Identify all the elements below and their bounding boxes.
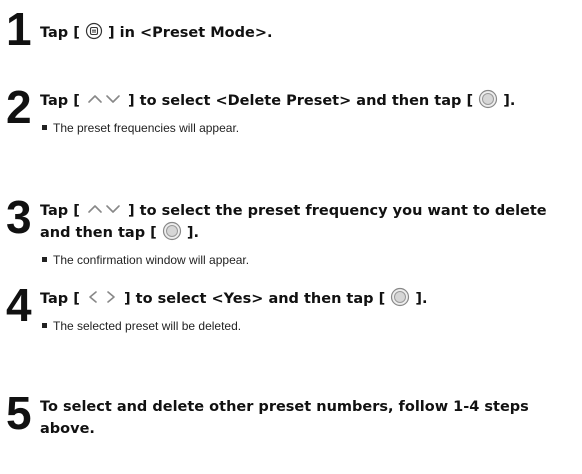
step-number: 2 xyxy=(6,81,32,133)
step-note: The preset frequencies will appear. xyxy=(42,120,239,136)
step-number: 5 xyxy=(6,387,32,439)
select-button-icon xyxy=(390,287,410,307)
step-number: 1 xyxy=(6,3,32,55)
step-instruction: Tap [ ] in <Preset Mode>. xyxy=(40,22,570,44)
left-right-arrows-icon xyxy=(85,289,119,305)
step-instruction: Tap [ ] to select <Delete Preset> and th… xyxy=(40,89,570,112)
step-number: 3 xyxy=(6,191,32,243)
bullet-square-icon xyxy=(42,257,47,263)
step-instruction: To select and delete other preset number… xyxy=(40,399,529,437)
menu-icon xyxy=(85,22,103,40)
step-note: The selected preset will be deleted. xyxy=(42,318,241,334)
select-button-icon xyxy=(478,89,498,109)
bullet-square-icon xyxy=(42,125,47,131)
step-note: The confirmation window will appear. xyxy=(42,252,249,268)
step-instruction: Tap [ ] to select the preset frequency y… xyxy=(40,201,547,241)
bullet-square-icon xyxy=(42,323,47,329)
up-down-arrows-icon xyxy=(85,201,123,217)
up-down-arrows-icon xyxy=(85,91,123,107)
step-number: 4 xyxy=(6,279,32,331)
step-instruction: Tap [ ] to select <Yes> and then tap [ ]… xyxy=(40,287,570,310)
select-button-icon xyxy=(162,221,182,241)
